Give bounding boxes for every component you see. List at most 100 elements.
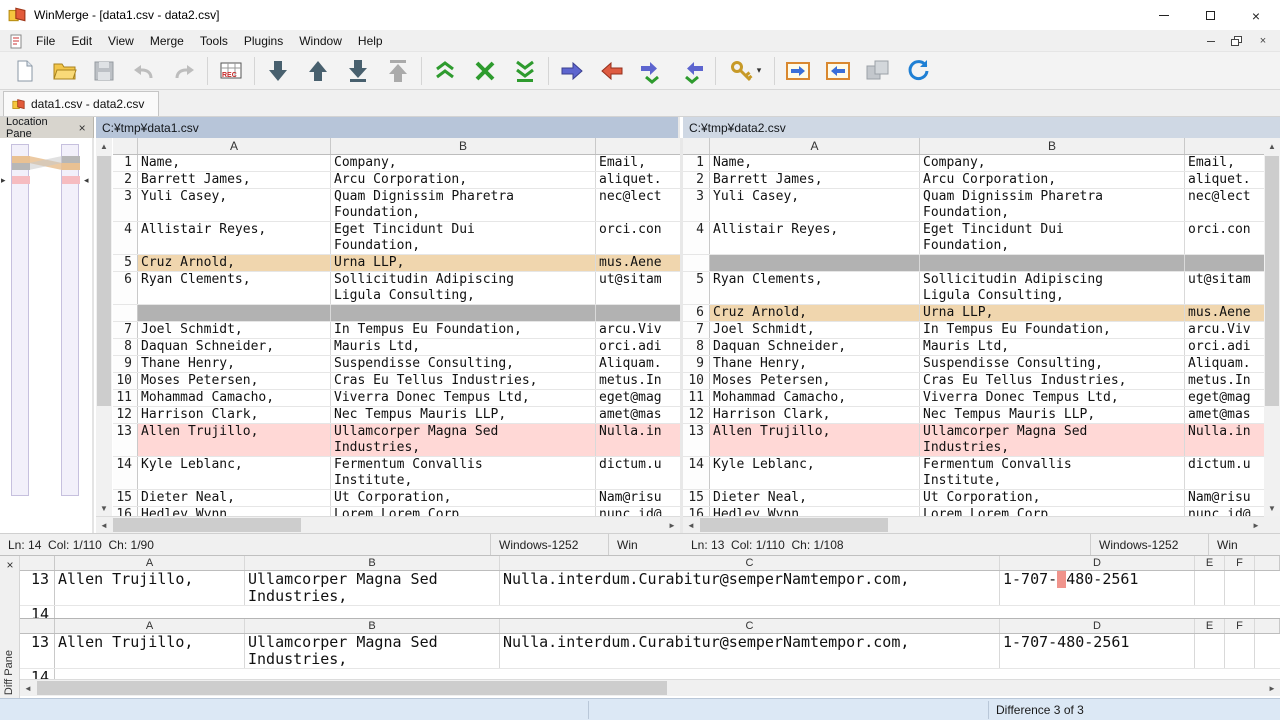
plugins-button[interactable]: ▾ [719,54,771,88]
table-row[interactable]: 4 Allistair Reyes, Eget Tincidunt Dui Foun… [113,222,680,255]
mdi-close-button[interactable]: × [1252,32,1274,50]
diff-row[interactable]: 13 Allen Trujillo, Ullamcorper Magna Sed… [20,571,1280,606]
eol-indicator[interactable]: Win [608,534,680,556]
table-row[interactable]: 16 Hedley Wynn, Lorem Lorem Corp., nunc.id@ [683,507,1264,516]
boxed-arrow-right-button[interactable] [778,54,818,88]
save-all-button[interactable] [858,54,898,88]
table-row[interactable]: 1 Name, Company, Email, [683,155,1264,172]
table-row[interactable]: 8 Daquan Schneider, Mauris Ltd, orci.adi [683,339,1264,356]
alignment-gap-row[interactable] [683,255,1264,272]
table-row[interactable]: 15 Dieter Neal, Ut Corporation, Nam@risu [113,490,680,507]
table-row[interactable]: 2 Barrett James, Arcu Corporation, aliquet. [683,172,1264,189]
scroll-right-icon[interactable]: ► [664,517,680,533]
location-pane-close-button[interactable]: × [75,121,89,135]
undo-button[interactable] [124,54,164,88]
diff-horizontal-scrollbar[interactable]: ◄ ► [20,679,1280,696]
table-row[interactable]: 8 Daquan Schneider, Mauris Ltd, orci.adi [113,339,680,356]
diff-pane-close-button[interactable]: × [3,558,17,572]
previous-conflict-button[interactable] [425,54,465,88]
location-pane[interactable]: ▸ ◂ [0,138,94,533]
mdi-minimize-button[interactable] [1200,32,1222,50]
table-row[interactable]: 1 Name, Company, Email, [113,155,680,172]
right-file-header[interactable]: C:¥tmp¥data2.csv [683,117,1280,138]
scroll-down-icon[interactable]: ▼ [1264,500,1280,516]
last-difference-button[interactable] [338,54,378,88]
alignment-gap-row[interactable] [113,305,680,322]
column-header-partial[interactable] [1185,138,1264,154]
copy-left-advance-button[interactable] [672,54,712,88]
table-row[interactable]: 10 Moses Petersen, Cras Eu Tellus Industri… [683,373,1264,390]
next-conflict-button[interactable] [505,54,545,88]
scrollbar-thumb[interactable] [113,518,301,532]
scroll-left-icon[interactable]: ◄ [96,517,112,533]
menu-plugins[interactable]: Plugins [236,31,291,51]
scrollbar-thumb[interactable] [1265,156,1279,406]
table-row[interactable]: 3 Yuli Casey, Quam Dignissim Pharetra Foun… [113,189,680,222]
scrollbar-thumb[interactable] [37,681,667,695]
right-vertical-scrollbar[interactable]: ▲ ▼ [1264,138,1280,516]
table-row[interactable]: 5 Cruz Arnold, Urna LLP, mus.Aene [113,255,680,272]
eol-indicator[interactable]: Win [1208,534,1280,556]
left-file-header[interactable]: C:¥tmp¥data1.csv [96,117,680,138]
mdi-restore-button[interactable] [1226,32,1248,50]
scrollbar-thumb[interactable] [97,156,111,406]
encoding-indicator[interactable]: Windows-1252 [1090,534,1208,556]
diff-row-partial[interactable]: 14 [20,669,1280,679]
table-row[interactable]: 14 Kyle Leblanc, Fermentum Convallis Insti… [113,457,680,490]
column-header-a[interactable]: A [710,138,920,154]
file-pane-left[interactable]: A B 1 Name, Company, Email, 2 Barrett James, A… [113,138,680,516]
table-row[interactable]: 12 Harrison Clark, Nec Tempus Mauris LLP, a… [683,407,1264,424]
scroll-down-icon[interactable]: ▼ [96,500,112,516]
scroll-up-icon[interactable]: ▲ [96,138,112,154]
copy-right-button[interactable] [552,54,592,88]
column-header-a[interactable]: A [138,138,331,154]
new-button[interactable] [4,54,44,88]
column-header-b[interactable]: B [920,138,1185,154]
minimize-button[interactable] [1141,1,1187,30]
scroll-up-icon[interactable]: ▲ [1264,138,1280,154]
table-row[interactable]: 16 Hedley Wynn, Lorem Lorem Corp., nunc.id@ [113,507,680,516]
table-row[interactable]: 9 Thane Henry, Suspendisse Consulting, Aliq… [113,356,680,373]
menu-merge[interactable]: Merge [142,31,192,51]
left-horizontal-scrollbar[interactable]: ◄ ► [96,516,680,533]
column-header-partial[interactable] [596,138,680,154]
open-button[interactable] [44,54,84,88]
table-row[interactable]: 5 Ryan Clements, Sollicitudin Adipiscing L… [683,272,1264,305]
menu-window[interactable]: Window [291,31,350,51]
menu-view[interactable]: View [100,31,142,51]
encoding-indicator[interactable]: Windows-1252 [490,534,608,556]
table-row[interactable]: 15 Dieter Neal, Ut Corporation, Nam@risu [683,490,1264,507]
diff-row[interactable]: 13 Allen Trujillo, Ullamcorper Magna Sed… [20,634,1280,669]
scroll-right-icon[interactable]: ► [1248,517,1264,533]
scroll-right-icon[interactable]: ► [1264,680,1280,696]
first-difference-button[interactable] [378,54,418,88]
boxed-arrow-left-button[interactable] [818,54,858,88]
table-row[interactable]: 10 Moses Petersen, Cras Eu Tellus Industri… [113,373,680,390]
table-row[interactable]: 13 Allen Trujillo, Ullamcorper Magna Sed I… [683,424,1264,457]
next-difference-button[interactable] [258,54,298,88]
scroll-left-icon[interactable]: ◄ [20,680,36,696]
table-row[interactable]: 6 Ryan Clements, Sollicitudin Adipiscing L… [113,272,680,305]
table-row[interactable]: 2 Barrett James, Arcu Corporation, aliquet. [113,172,680,189]
copy-right-advance-button[interactable] [632,54,672,88]
table-row[interactable]: 11 Mohammad Camacho, Viverra Donec Tempus … [683,390,1264,407]
table-row[interactable]: 12 Harrison Clark, Nec Tempus Mauris LLP, a… [113,407,680,424]
scrollbar-thumb[interactable] [700,518,888,532]
table-row[interactable]: 13 Allen Trujillo, Ullamcorper Magna Sed I… [113,424,680,457]
right-horizontal-scrollbar[interactable]: ◄ ► [683,516,1264,533]
save-button[interactable] [84,54,124,88]
table-row[interactable]: 3 Yuli Casey, Quam Dignissim Pharetra Foun… [683,189,1264,222]
table-row[interactable]: 7 Joel Schmidt, In Tempus Eu Foundation, ar… [113,322,680,339]
table-row[interactable]: 9 Thane Henry, Suspendisse Consulting, Aliq… [683,356,1264,373]
column-header-b[interactable]: B [331,138,596,154]
table-row[interactable]: 6 Cruz Arnold, Urna LLP, mus.Aene [683,305,1264,322]
maximize-button[interactable] [1187,1,1233,30]
close-button[interactable]: × [1233,1,1279,30]
menu-edit[interactable]: Edit [63,31,100,51]
copy-left-button[interactable] [592,54,632,88]
table-row[interactable]: 11 Mohammad Camacho, Viverra Donec Tempus … [113,390,680,407]
table-row[interactable]: 7 Joel Schmidt, In Tempus Eu Foundation, ar… [683,322,1264,339]
file-pane-right[interactable]: A B 1 Name, Company, Email, 2 Barrett James, A… [683,138,1264,516]
redo-button[interactable] [164,54,204,88]
refresh-button[interactable] [898,54,938,88]
